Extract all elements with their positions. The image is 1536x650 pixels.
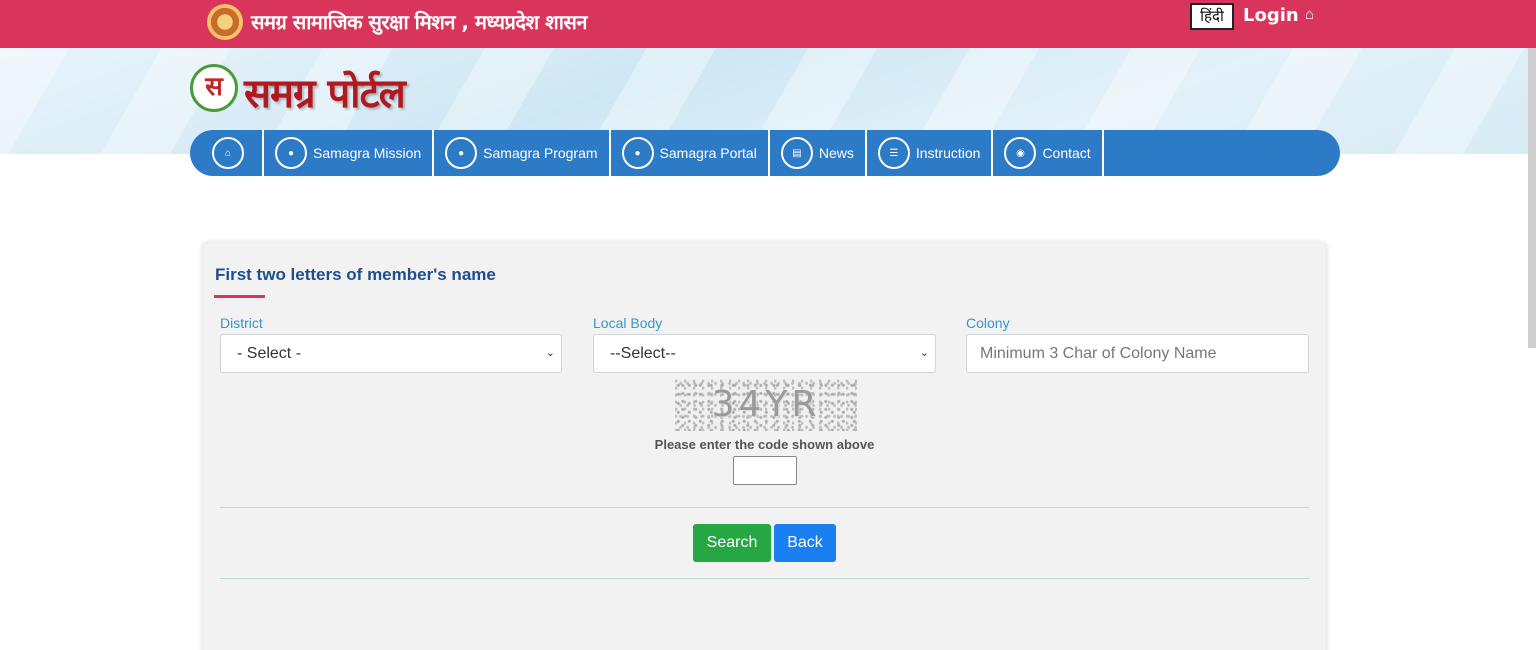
nav-instruction[interactable]: ☰ Instruction	[867, 130, 994, 176]
title-underline	[214, 295, 265, 298]
nav-news[interactable]: ▤ News	[770, 130, 867, 176]
colony-placeholder: Minimum 3 Char of Colony Name	[980, 345, 1217, 362]
nav-samagra-program[interactable]: ● Samagra Program	[434, 130, 611, 176]
captcha-hint: Please enter the code shown above	[654, 437, 875, 452]
district-label: District	[220, 315, 263, 331]
map-marker-icon: ◉	[1004, 137, 1037, 169]
nav-contact[interactable]: ◉ Contact	[993, 130, 1104, 176]
colony-input[interactable]: Minimum 3 Char of Colony Name	[966, 334, 1309, 373]
nav-samagra-mission[interactable]: ● Samagra Mission	[264, 130, 435, 176]
home-icon[interactable]: ⌂	[1305, 6, 1314, 23]
globe-icon: ●	[621, 137, 654, 169]
nav-label: Samagra Mission	[313, 145, 422, 161]
captcha-image: 34YR	[675, 379, 857, 431]
org-title: समग्र सामाजिक सुरक्षा मिशन , मध्यप्रदेश …	[251, 10, 588, 34]
colony-label: Colony	[966, 315, 1010, 331]
district-select[interactable]: - Select - ⌄	[220, 334, 562, 373]
portal-title: समग्र पोर्टल	[244, 70, 406, 117]
back-button[interactable]: Back	[774, 524, 836, 562]
login-link[interactable]: Login	[1243, 5, 1299, 26]
local-body-select[interactable]: --Select-- ⌄	[593, 334, 936, 373]
hindi-language-button[interactable]: हिंदी	[1190, 3, 1234, 30]
local-body-label: Local Body	[593, 315, 663, 331]
captcha-code: 34YR	[711, 384, 821, 425]
divider	[220, 578, 1309, 579]
captcha-input[interactable]	[733, 456, 797, 485]
nav-label: News	[818, 145, 854, 161]
nav-home[interactable]: ⌂	[190, 130, 264, 176]
local-body-selected-value: --Select--	[610, 345, 676, 362]
home-icon: ⌂	[212, 137, 244, 169]
newspaper-icon: ▤	[780, 137, 813, 169]
globe-icon: ●	[445, 137, 478, 169]
main-nav: ⌂ ● Samagra Mission ● Samagra Program ● …	[190, 130, 1340, 176]
search-panel: First two letters of member's name Distr…	[203, 243, 1326, 650]
district-selected-value: - Select -	[237, 345, 302, 362]
search-button[interactable]: Search	[693, 524, 771, 562]
panel-title: First two letters of member's name	[215, 265, 496, 284]
globe-icon: ●	[275, 137, 307, 169]
chevron-down-icon: ⌄	[919, 347, 929, 359]
nav-label: Samagra Portal	[659, 145, 757, 161]
divider	[220, 507, 1309, 508]
samagra-logo[interactable]: स	[190, 64, 238, 112]
top-bar: समग्र सामाजिक सुरक्षा मिशन , मध्यप्रदेश …	[0, 0, 1536, 48]
state-emblem-icon	[207, 4, 243, 40]
page-scrollbar[interactable]	[1528, 48, 1536, 348]
nav-label: Instruction	[915, 145, 981, 161]
nav-label: Contact	[1042, 145, 1091, 161]
chevron-down-icon: ⌄	[545, 347, 555, 359]
list-icon: ☰	[877, 137, 910, 169]
nav-label: Samagra Program	[483, 145, 598, 161]
nav-samagra-portal[interactable]: ● Samagra Portal	[611, 130, 770, 176]
